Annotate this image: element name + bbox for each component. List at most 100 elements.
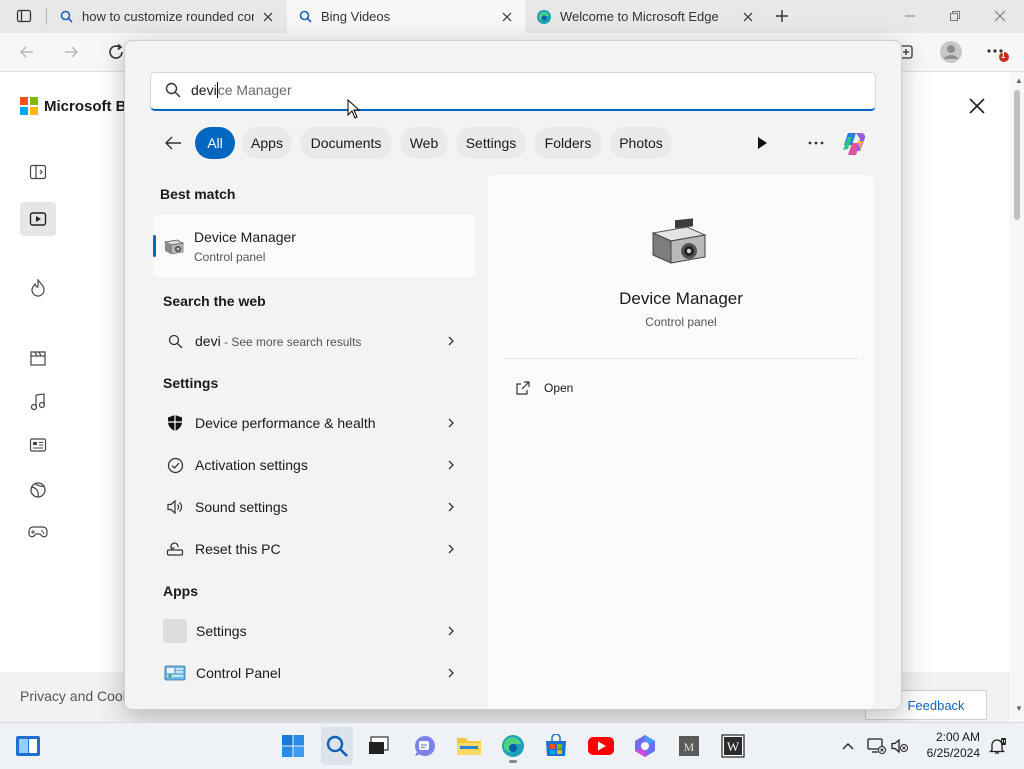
taskbar: M W 2:00 AM 6/25/2024 (0, 722, 1024, 769)
app-w-icon[interactable]: W (719, 732, 747, 760)
details-subtitle: Control panel (645, 315, 717, 329)
chevron-right-icon (448, 626, 454, 636)
settings-item-sound[interactable]: Sound settings (155, 488, 471, 526)
tab-search-results[interactable]: how to customize rounded corn (48, 0, 286, 33)
app-item-settings[interactable]: Settings (155, 612, 471, 650)
close-tab-icon[interactable] (499, 9, 515, 25)
more-filters-icon[interactable] (807, 136, 825, 150)
network-icon[interactable] (864, 732, 888, 760)
web-query-suffix: - See more search results (220, 335, 362, 349)
avatar[interactable] (939, 40, 963, 64)
speaker-icon (164, 496, 186, 518)
privacy-link[interactable]: Privacy and Cook (20, 688, 130, 704)
web-result-label: devi - See more search results (195, 333, 445, 349)
filter-apps[interactable]: Apps (242, 127, 292, 159)
trending-icon[interactable] (24, 274, 52, 302)
best-match-result[interactable]: Device Manager Control panel (153, 215, 475, 277)
open-action[interactable]: Open (504, 371, 858, 405)
file-explorer-icon[interactable] (455, 732, 483, 760)
filter-all[interactable]: All (195, 127, 235, 159)
clock-date: 6/25/2024 (926, 746, 980, 760)
filter-documents[interactable]: Documents (300, 127, 392, 159)
search-autocomplete: ce Manager (217, 82, 292, 98)
start-search-panel: device Manager All Apps Documents Web Se… (124, 40, 902, 710)
check-circle-icon (164, 454, 186, 476)
app-item-control-panel[interactable]: Control Panel (155, 654, 471, 692)
search-input[interactable]: device Manager (150, 72, 876, 111)
tab-welcome-edge[interactable]: Welcome to Microsoft Edge (526, 0, 766, 33)
back-arrow-icon[interactable] (163, 134, 183, 152)
selection-indicator (153, 235, 156, 257)
reset-pc-icon (164, 538, 186, 560)
notification-bell-icon[interactable] (986, 732, 1008, 760)
filter-settings[interactable]: Settings (456, 127, 526, 159)
close-tab-icon[interactable] (260, 9, 276, 25)
close-page-icon[interactable] (966, 95, 988, 117)
settings-app-icon (163, 619, 187, 643)
copilot-taskbar-icon[interactable] (631, 732, 659, 760)
open-action-label: Open (544, 381, 574, 395)
copilot-icon[interactable] (839, 129, 869, 159)
settings-item-activation[interactable]: Activation settings (155, 446, 471, 484)
filter-web[interactable]: Web (400, 127, 448, 159)
settings-item-reset-pc[interactable]: Reset this PC (155, 530, 471, 568)
tab-title: Bing Videos (321, 9, 391, 24)
store-icon[interactable] (542, 732, 570, 760)
search-web-heading: Search the web (163, 293, 266, 309)
search-taskbar-icon[interactable] (321, 727, 353, 765)
video-icon[interactable] (20, 202, 56, 236)
chevron-right-icon (448, 336, 454, 346)
more-options-icon[interactable]: 1 (985, 43, 1011, 65)
clock-time: 2:00 AM (935, 730, 980, 744)
plus-icon[interactable] (774, 8, 790, 24)
forward-icon[interactable] (62, 43, 80, 61)
restore-icon[interactable] (947, 8, 963, 24)
teams-chat-icon[interactable] (410, 732, 438, 760)
gaming-icon[interactable] (24, 518, 52, 546)
chevron-right-icon (448, 544, 454, 554)
scrollbar-thumb[interactable] (1014, 90, 1020, 220)
filter-folders[interactable]: Folders (534, 127, 602, 159)
music-icon[interactable] (24, 388, 52, 416)
close-icon[interactable] (992, 8, 1008, 24)
play-icon[interactable] (755, 135, 769, 151)
browser-tab-strip: how to customize rounded corn Bing Video… (0, 0, 1024, 33)
settings-item-label: Reset this PC (195, 541, 281, 557)
best-match-heading: Best match (160, 186, 236, 202)
refresh-icon[interactable] (106, 42, 126, 62)
app-item-label: Settings (196, 623, 247, 639)
youtube-icon[interactable] (587, 732, 615, 760)
minimize-icon[interactable] (902, 8, 918, 24)
widgets-icon[interactable] (14, 732, 42, 760)
taskbar-clock[interactable]: 2:00 AM 6/25/2024 (927, 729, 980, 761)
task-view-icon[interactable] (365, 732, 393, 760)
app-m-icon[interactable]: M (675, 732, 703, 760)
tab-title: Welcome to Microsoft Edge (560, 9, 719, 24)
web-search-result[interactable]: devi - See more search results (155, 322, 471, 360)
volume-muted-icon[interactable] (888, 732, 912, 760)
best-match-title: Device Manager (194, 229, 296, 245)
search-typed-text: devi (191, 82, 217, 98)
clapperboard-icon[interactable] (24, 344, 52, 372)
tab-title: how to customize rounded corn (82, 9, 254, 24)
back-icon[interactable] (18, 43, 36, 61)
settings-item-device-performance[interactable]: Device performance & health (155, 404, 471, 442)
chevron-right-icon (448, 502, 454, 512)
settings-item-label: Activation settings (195, 457, 308, 473)
open-external-icon (516, 381, 530, 395)
page-scrollbar[interactable]: ▲ ▼ (1010, 72, 1024, 722)
sports-icon[interactable] (24, 476, 52, 504)
settings-item-label: Device performance & health (195, 415, 376, 431)
collapse-panel-icon[interactable] (24, 158, 52, 186)
tab-actions-icon[interactable] (16, 8, 32, 24)
close-tab-icon[interactable] (740, 9, 756, 25)
filter-photos[interactable]: Photos (610, 127, 672, 159)
chevron-up-icon[interactable] (836, 732, 860, 760)
settings-heading: Settings (163, 375, 219, 391)
bing-logo[interactable]: Microsoft Bin (20, 97, 140, 115)
edge-taskbar-icon[interactable] (499, 732, 527, 763)
news-icon[interactable] (24, 431, 52, 459)
start-icon[interactable] (279, 732, 307, 760)
tab-bing-videos[interactable]: Bing Videos (287, 0, 525, 33)
result-details-pane: Device Manager Control panel Open (488, 175, 874, 709)
